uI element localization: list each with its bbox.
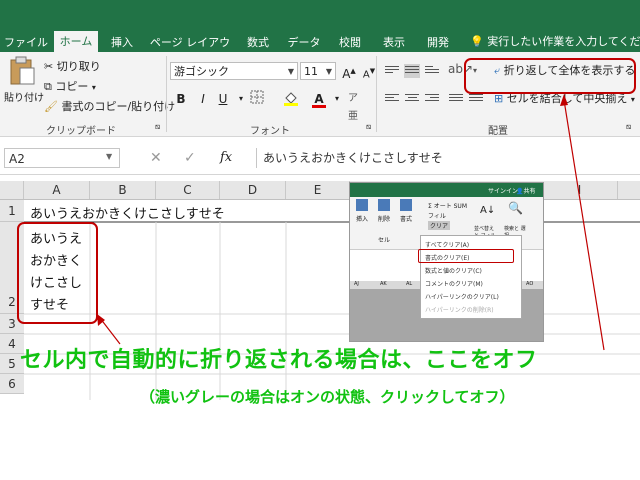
caption-main: セル内で自動的に折り返される場合は、ここをオフ xyxy=(20,348,538,373)
annotation-arrows xyxy=(97,94,605,351)
caption-sub: （濃いグレーの場合はオンの状態、クリックしてオフ） xyxy=(140,388,515,406)
